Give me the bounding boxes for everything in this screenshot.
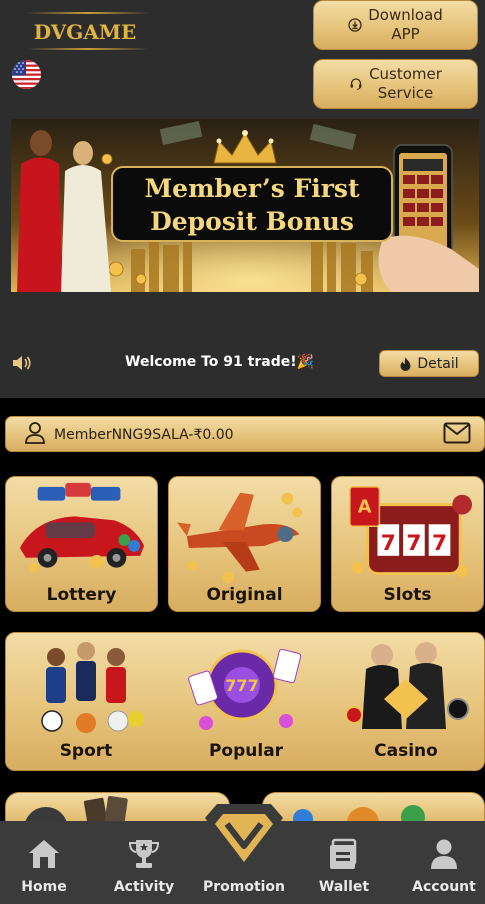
game-tile-sport[interactable]: Sport — [6, 633, 166, 770]
main-panel: MemberNNG9SALA-₹0.00 Lottery Original 7 … — [0, 398, 485, 832]
svg-text:7: 7 — [406, 531, 421, 556]
nav-account-label: Account — [412, 879, 476, 895]
nav-activity[interactable]: Activity — [100, 821, 188, 904]
game-tile-lottery[interactable]: Lottery — [5, 476, 158, 612]
game-tile-casino[interactable]: Casino — [326, 633, 484, 770]
slots-label: Slots — [383, 585, 432, 605]
logo-ornament-top — [26, 12, 150, 14]
dvgame-logo[interactable]: DVGAME — [18, 8, 160, 54]
nav-activity-label: Activity — [113, 879, 175, 895]
popular-art: 777 — [188, 648, 302, 730]
svg-text:7: 7 — [381, 531, 396, 556]
nav-wallet[interactable]: Wallet — [300, 821, 388, 904]
svg-text:777: 777 — [225, 676, 258, 695]
speaker-icon — [13, 356, 31, 370]
us-flag-icon[interactable] — [12, 60, 41, 89]
sport-art — [41, 642, 144, 733]
member-balance-bar[interactable]: MemberNNG9SALA-₹0.00 — [5, 416, 485, 452]
member-balance-text: MemberNNG9SALA-₹0.00 — [54, 427, 234, 443]
customer-service-label: Customer Service — [369, 65, 442, 102]
logo-ornament-bottom — [26, 48, 150, 50]
detail-label: Detail — [417, 355, 459, 372]
game-tile-popular[interactable]: 777 Popular — [166, 633, 326, 770]
nav-wallet-label: Wallet — [318, 879, 370, 895]
svg-text:7: 7 — [432, 531, 447, 556]
lottery-label: Lottery — [46, 585, 117, 605]
flame-icon — [400, 357, 411, 371]
nav-home[interactable]: Home — [0, 821, 88, 904]
trophy-icon — [128, 840, 160, 868]
detail-button[interactable]: Detail — [379, 350, 479, 377]
casino-art — [345, 642, 469, 729]
sport-label: Sport — [59, 741, 113, 761]
logo-text: DVGAME — [33, 20, 137, 44]
download-icon — [348, 18, 362, 32]
banner-headline: Member’s First Deposit Bonus — [111, 166, 393, 242]
account-icon — [431, 839, 457, 869]
wallet-icon — [330, 838, 357, 869]
diamond-v-icon[interactable] — [203, 800, 285, 872]
original-label: Original — [206, 585, 283, 605]
customer-service-button[interactable]: Customer Service — [313, 59, 478, 109]
headset-icon — [350, 78, 362, 90]
download-app-label: Download APP — [368, 6, 443, 43]
promo-banner[interactable]: Member’s First Deposit Bonus — [11, 119, 479, 292]
home-icon — [29, 840, 59, 868]
nav-promotion-label: Promotion — [202, 879, 286, 895]
game-tile-original[interactable]: Original — [168, 476, 321, 612]
game-row-2: Sport 777 Popular Casino — [5, 632, 485, 771]
notice-text: Welcome To 91 trade!🎉 — [125, 354, 315, 370]
popular-label: Popular — [208, 741, 284, 761]
download-app-button[interactable]: Download APP — [313, 0, 478, 50]
top-header: DVGAME Download APP Customer Service — [0, 0, 485, 112]
mail-icon[interactable] — [443, 422, 471, 444]
user-icon — [25, 422, 45, 444]
svg-text:A: A — [358, 497, 372, 517]
game-tile-slots[interactable]: 7 7 7 A Slots — [331, 476, 484, 612]
casino-label: Casino — [374, 741, 438, 761]
nav-home-label: Home — [21, 879, 67, 895]
nav-account[interactable]: Account — [400, 821, 485, 904]
notice-bar: Welcome To 91 trade!🎉 Detail — [0, 346, 485, 380]
